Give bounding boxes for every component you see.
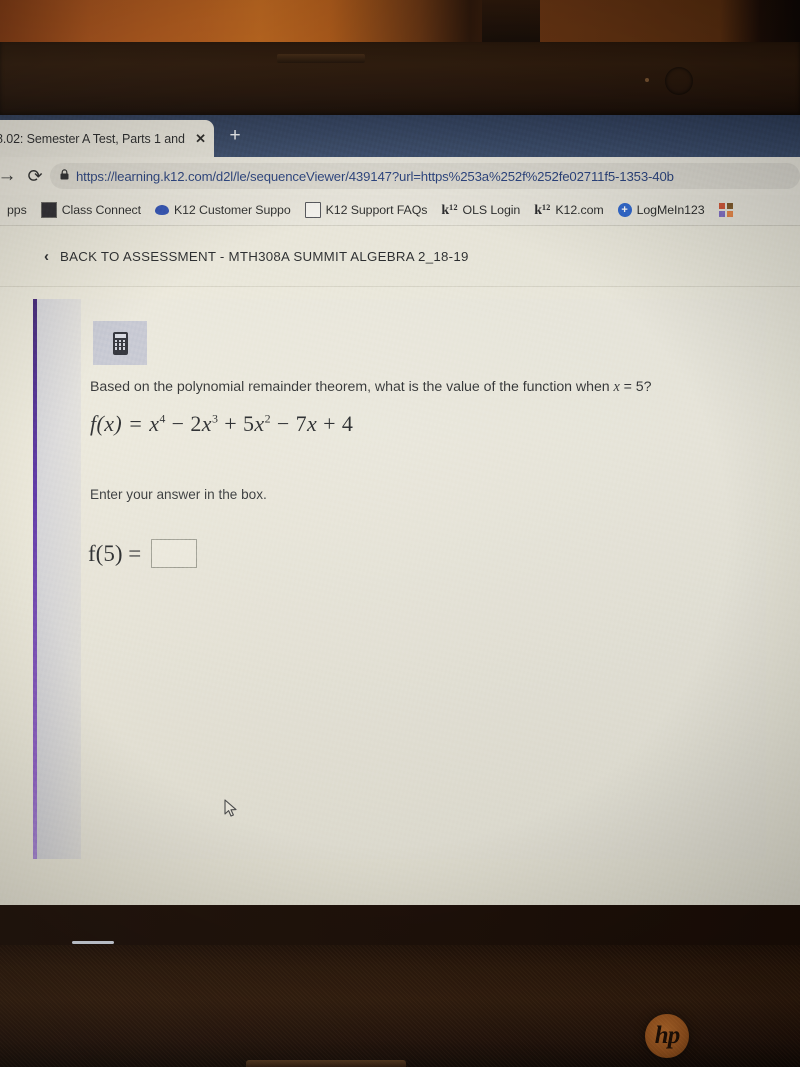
url-text: https://learning.k12.com/d2l/le/sequence… [76, 168, 674, 184]
formula-term-2-base: x [201, 411, 212, 436]
chevron-left-icon: ‹ [44, 247, 49, 265]
back-link-label: BACK TO ASSESSMENT - MTH308A SUMMIT ALGE… [60, 248, 469, 264]
k12-icon: k¹² [441, 202, 458, 218]
bookmark-class-connect[interactable]: Class Connect [34, 202, 148, 218]
forward-icon[interactable]: → [0, 165, 20, 187]
answer-row: f(5) = [88, 539, 198, 568]
bookmark-k12-com[interactable]: k¹² K12.com [527, 203, 610, 217]
browser-toolbar: → ⟳ https://learning.k12.com/d2l/le/sequ… [0, 157, 800, 195]
lock-icon [60, 169, 69, 183]
bookmarks-bar: pps Class Connect K12 Customer Suppo K12… [0, 195, 800, 226]
formula-term-3-base: x [254, 411, 265, 436]
formula-operator-4: + [323, 411, 336, 436]
formula-lhs: f(x) = [90, 411, 144, 436]
formula-term-4-base: x [307, 411, 318, 436]
webcam-indicator-dot [645, 78, 649, 82]
bookmark-label: pps [7, 203, 27, 217]
bookmark-apps[interactable]: pps [0, 203, 34, 217]
question-prompt-before: Based on the polynomial remainder theore… [90, 379, 614, 395]
formula-term-1-base: x [149, 411, 160, 436]
hp-logo: hp [645, 1014, 689, 1058]
bookmark-k12-customer-support[interactable]: K12 Customer Suppo [148, 203, 298, 217]
polynomial-formula: f(x) = x4 − 2x3 + 5x2 − 7x + 4 [90, 411, 353, 437]
browser-tab[interactable]: 8.02: Semester A Test, Parts 1 and ✕ [0, 120, 214, 157]
formula-operator-3: − [276, 411, 290, 436]
bookmark-k12-support-faqs[interactable]: K12 Support FAQs [298, 202, 435, 218]
formula-term-3-exponent: 2 [264, 411, 271, 426]
new-tab-button[interactable]: + [225, 126, 245, 146]
taskbar-active-indicator [72, 941, 114, 944]
back-to-assessment-link[interactable]: ‹ BACK TO ASSESSMENT - MTH308A SUMMIT AL… [0, 226, 800, 287]
calculator-icon [112, 331, 128, 355]
bezel-speaker-slot [277, 54, 365, 63]
square-icon [40, 202, 57, 218]
plus-circle-icon: + [617, 203, 632, 217]
blob-icon [154, 205, 169, 215]
formula-term-3-coefficient: 5 [243, 411, 255, 436]
k12-icon: k¹² [534, 202, 551, 218]
trackpad-edge [246, 1060, 406, 1067]
formula-operator-1: − [171, 411, 185, 436]
bookmark-label: OLS Login [462, 203, 521, 217]
question-prompt-after: = 5? [619, 379, 652, 395]
bookmark-microsoft[interactable] [712, 203, 740, 217]
document-icon [304, 202, 321, 218]
formula-term-4-coefficient: 7 [295, 411, 308, 436]
calculator-tool-button[interactable] [93, 321, 147, 365]
browser-tab-strip: 8.02: Semester A Test, Parts 1 and ✕ + [0, 115, 800, 157]
room-doorway [482, 0, 540, 44]
microsoft-grid-icon [718, 203, 733, 217]
answer-label: f(5) = [88, 540, 142, 566]
bookmark-ols-login[interactable]: k¹² OLS Login [434, 203, 527, 217]
bookmark-logmein123[interactable]: + LogMeIn123 [611, 203, 712, 217]
close-icon[interactable]: ✕ [195, 131, 206, 147]
bookmark-label: K12.com [555, 203, 604, 217]
reload-icon[interactable]: ⟳ [20, 166, 50, 187]
question-prompt: Based on the polynomial remainder theore… [90, 379, 750, 396]
formula-constant: 4 [341, 411, 354, 436]
formula-operator-2: + [224, 411, 238, 436]
webcam-icon [665, 67, 693, 95]
photo-scene: 8.02: Semester A Test, Parts 1 and ✕ + →… [0, 0, 800, 1067]
laptop-screen: 8.02: Semester A Test, Parts 1 and ✕ + →… [0, 115, 800, 905]
browser-tab-title: 8.02: Semester A Test, Parts 1 and [0, 131, 185, 146]
room-background [0, 0, 800, 44]
bookmark-label: LogMeIn123 [636, 203, 705, 217]
answer-input[interactable] [151, 539, 198, 568]
laptop-bottom-bezel: hp [0, 945, 800, 1067]
formula-term-1-exponent: 4 [159, 411, 166, 426]
address-bar[interactable]: https://learning.k12.com/d2l/le/sequence… [50, 163, 800, 189]
bookmark-label: K12 Customer Suppo [173, 203, 291, 217]
mouse-cursor [224, 799, 238, 819]
bookmark-label: Class Connect [61, 203, 141, 217]
answer-instruction: Enter your answer in the box. [90, 487, 267, 502]
formula-term-2-coefficient: 2 [190, 411, 202, 436]
formula-term-2-exponent: 3 [211, 411, 219, 426]
bookmark-label: K12 Support FAQs [325, 203, 428, 217]
page-content: ‹ BACK TO ASSESSMENT - MTH308A SUMMIT AL… [0, 226, 800, 905]
question-panel: Based on the polynomial remainder theore… [33, 299, 766, 859]
panel-side-strip [37, 299, 81, 859]
